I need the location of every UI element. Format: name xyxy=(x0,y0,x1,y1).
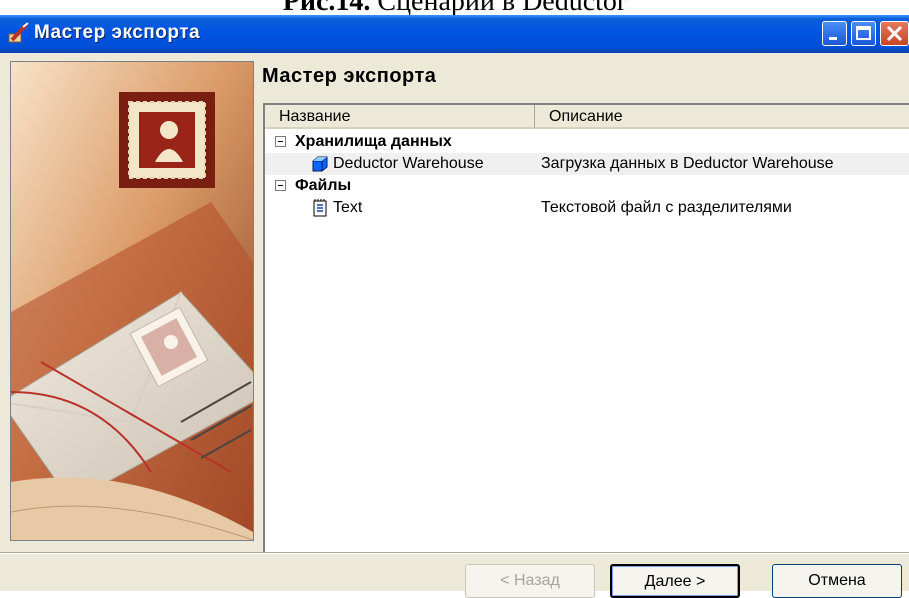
item-description: Текстовой файл с разделителями xyxy=(541,199,792,216)
group-label: Хранилища данных xyxy=(295,133,452,150)
group-label: Файлы xyxy=(295,177,352,194)
item-description: Загрузка данных в Deductor Warehouse xyxy=(541,155,834,172)
export-targets-list[interactable]: Название Описание Хранилища данных Deduc… xyxy=(263,103,909,555)
list-item-text[interactable]: Text Текстовой файл с разделителями xyxy=(265,197,909,219)
collapse-icon[interactable] xyxy=(275,180,286,191)
column-header-name[interactable]: Название xyxy=(265,105,535,129)
window-title: Мастер экспорта xyxy=(34,22,201,43)
title-bar[interactable]: Мастер экспорта xyxy=(0,15,909,53)
minimize-icon xyxy=(829,37,837,40)
list-item-deductor-warehouse[interactable]: Deductor Warehouse Загрузка данных в Ded… xyxy=(265,153,909,175)
cube-icon xyxy=(312,156,328,172)
cancel-button[interactable]: Отмена xyxy=(772,564,902,598)
maximize-icon xyxy=(856,26,871,40)
item-name: Deductor Warehouse xyxy=(333,155,484,172)
envelope-illustration xyxy=(11,62,253,540)
next-button[interactable]: Далее > xyxy=(610,564,740,598)
item-name: Text xyxy=(333,199,363,216)
column-header-description[interactable]: Описание xyxy=(535,105,909,129)
back-button[interactable]: < Назад xyxy=(465,564,595,598)
group-row-files[interactable]: Файлы xyxy=(265,175,909,197)
caption-number: Рис.14. xyxy=(282,0,371,16)
caption-text: Сценарий в Deductor xyxy=(370,0,627,16)
group-row-data-warehouses[interactable]: Хранилища данных xyxy=(265,131,909,153)
close-button[interactable] xyxy=(880,21,909,46)
maximize-button[interactable] xyxy=(851,21,876,46)
text-file-icon xyxy=(313,199,327,217)
minimize-button[interactable] xyxy=(822,21,847,46)
wizard-side-illustration xyxy=(10,61,254,541)
wizard-icon xyxy=(8,22,29,43)
collapse-icon[interactable] xyxy=(275,136,286,147)
figure-caption: Рис.14. Сценарий в Deductor xyxy=(0,0,909,16)
page-heading: Мастер экспорта xyxy=(262,65,437,87)
close-icon xyxy=(886,25,903,42)
export-wizard-window: Мастер экспорта Мастер экспорта Название… xyxy=(0,15,909,591)
